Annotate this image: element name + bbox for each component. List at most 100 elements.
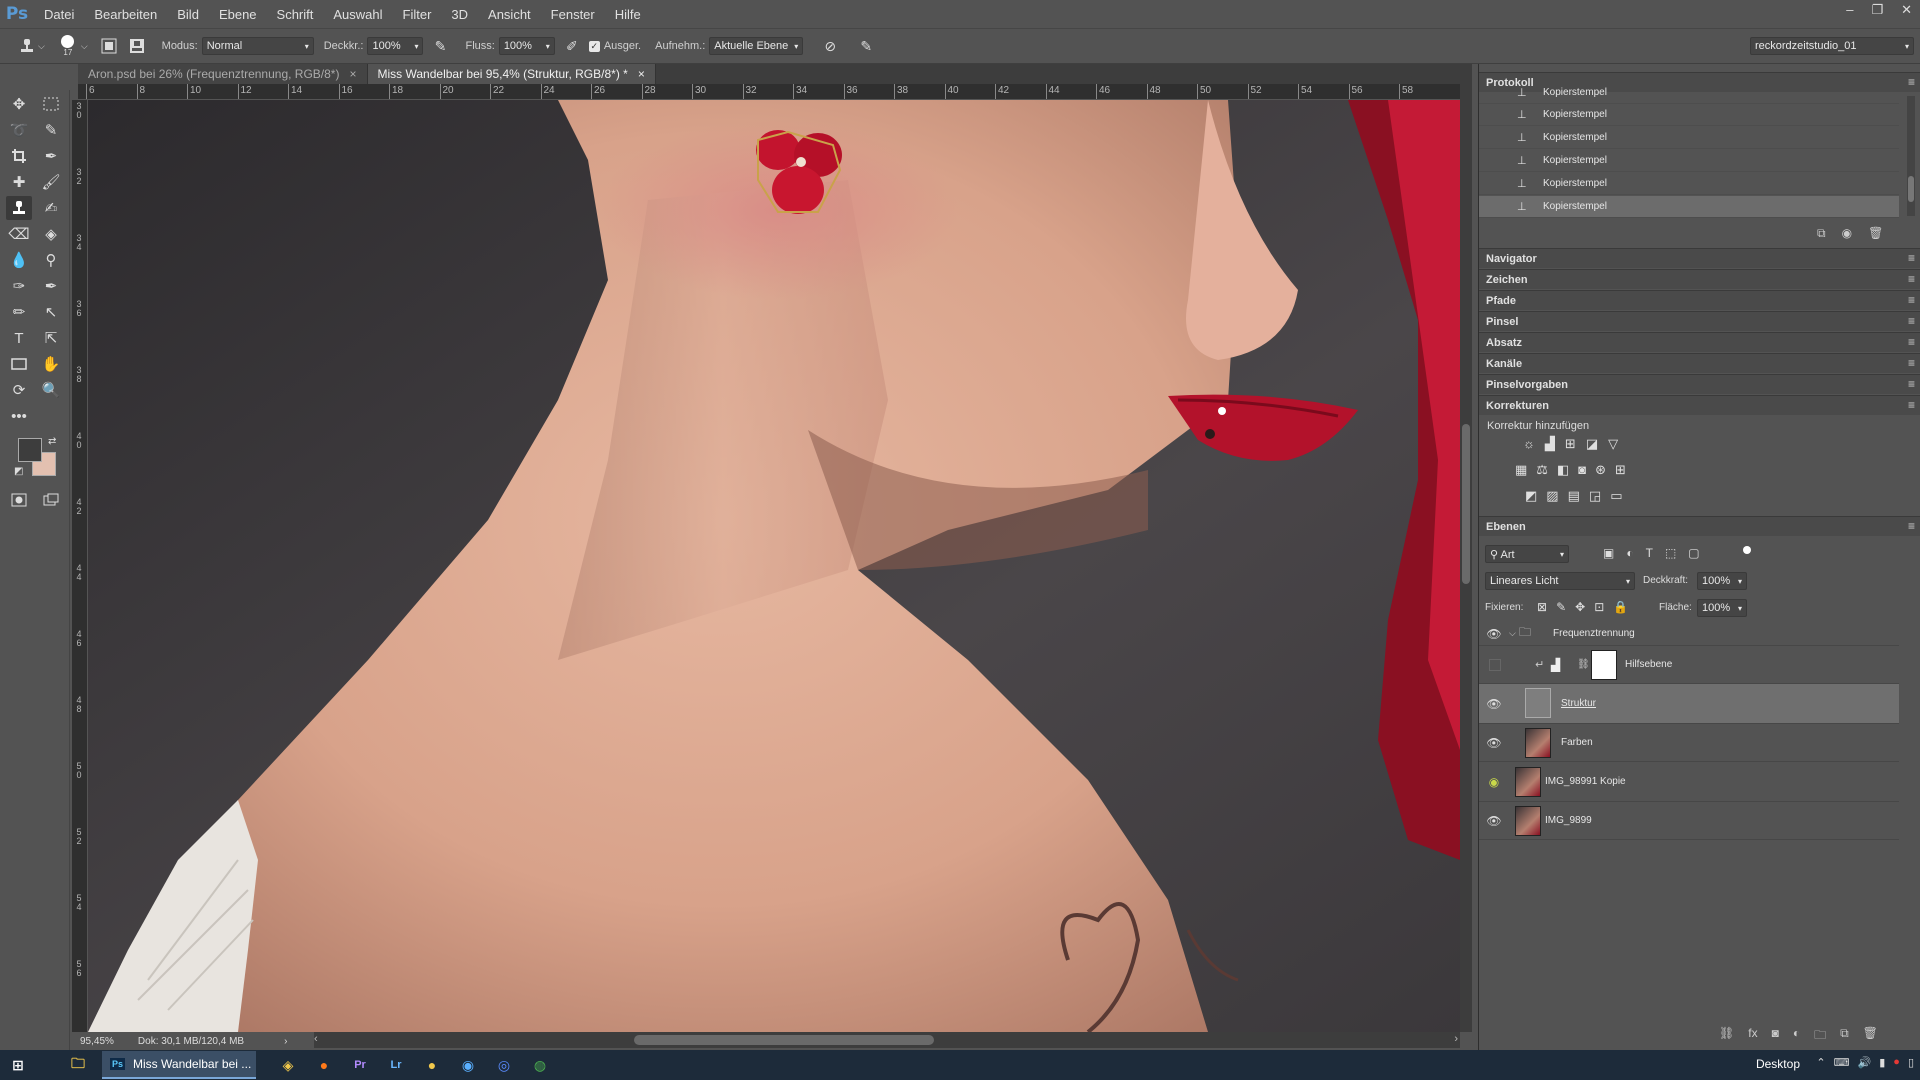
zoom-tool-icon[interactable]: 🔍 xyxy=(38,378,64,402)
eye-icon[interactable]: 👁 xyxy=(1485,736,1503,750)
zoom-level[interactable]: 95,45% xyxy=(80,1036,114,1047)
clone-stamp-preset-icon[interactable] xyxy=(16,35,38,57)
filter-smart-object-icon[interactable]: ▢ xyxy=(1688,546,1699,560)
filter-shape-icon[interactable]: ⬚ xyxy=(1665,546,1676,560)
filter-pixel-icon[interactable]: ▣ xyxy=(1603,546,1614,560)
menu-schrift[interactable]: Schrift xyxy=(267,7,324,22)
history-scrollbar[interactable] xyxy=(1907,96,1915,216)
photo-filter-icon[interactable]: ◙ xyxy=(1578,462,1586,478)
dodge-tool-icon[interactable]: ⚲ xyxy=(38,248,64,272)
eyedropper-tool-icon[interactable]: ✒ xyxy=(38,144,64,168)
horizontal-scroll-thumb[interactable] xyxy=(634,1035,934,1045)
file-explorer-icon[interactable]: 🗀 xyxy=(60,1051,96,1079)
mode-select[interactable]: Normal ▾ xyxy=(201,37,314,55)
app-icon-1[interactable]: ◈ xyxy=(270,1051,306,1079)
crop-tool-icon[interactable] xyxy=(6,144,32,168)
filter-type-icon[interactable]: T xyxy=(1646,546,1653,560)
link-icon[interactable]: ⛓ xyxy=(1577,659,1590,670)
eraser-tool-icon[interactable]: ⌫ xyxy=(6,222,32,246)
start-button-icon[interactable]: ⊞ xyxy=(0,1051,36,1079)
layer-struktur[interactable]: 👁 Struktur xyxy=(1479,684,1899,724)
app-icon-2[interactable]: ● xyxy=(414,1051,450,1079)
fill-input[interactable]: 100% ▾ xyxy=(1697,599,1747,617)
status-menu-arrow-icon[interactable]: › xyxy=(284,1036,287,1047)
firefox-icon[interactable]: ● xyxy=(306,1051,342,1079)
quick-selection-tool-icon[interactable]: ✎ xyxy=(38,118,64,142)
layer-thumbnail[interactable] xyxy=(1525,688,1551,718)
lock-all-icon[interactable]: 🔒 xyxy=(1613,600,1628,614)
document-canvas[interactable] xyxy=(88,100,1460,1032)
adjustments-panel-header[interactable]: Korrekturen ≡ xyxy=(1479,395,1920,415)
marquee-tool-icon[interactable] xyxy=(38,92,64,116)
blur-tool-icon[interactable]: 💧 xyxy=(6,248,32,272)
panel-navigator[interactable]: Navigator ≡ xyxy=(1479,248,1920,268)
scroll-left-icon[interactable]: ‹ xyxy=(314,1033,318,1045)
pressure-size-icon[interactable]: ✎ xyxy=(855,35,877,57)
pressure-opacity-icon[interactable]: ✎ xyxy=(429,35,451,57)
more-tools-icon[interactable]: ••• xyxy=(6,404,32,428)
volume-icon[interactable]: 🔊 xyxy=(1858,1056,1872,1069)
toggle-brush-panel-icon[interactable] xyxy=(98,35,120,57)
posterize-icon[interactable]: ▨ xyxy=(1546,488,1558,504)
hue-saturation-icon[interactable]: ▦ xyxy=(1515,462,1527,478)
layer-filter-select[interactable]: ⚲ Art ▾ xyxy=(1485,545,1569,563)
filter-adjustment-icon[interactable]: ◐ xyxy=(1626,546,1633,560)
flow-input[interactable]: 100% ▾ xyxy=(498,37,555,55)
panel-zeichen[interactable]: Zeichen ≡ xyxy=(1479,269,1920,289)
layers-panel-header[interactable]: Ebenen ≡ xyxy=(1479,516,1920,536)
eye-icon[interactable]: 👁 xyxy=(1485,814,1503,828)
menu-filter[interactable]: Filter xyxy=(393,7,442,22)
exposure-icon[interactable]: ◪ xyxy=(1586,436,1598,452)
gradient-map-icon[interactable]: ▭ xyxy=(1610,488,1622,504)
sample-select[interactable]: Aktuelle Ebene ▾ xyxy=(709,37,804,55)
preset-dropdown-icon[interactable]: ⌵ xyxy=(38,41,45,52)
close-tab-icon[interactable]: × xyxy=(349,67,356,81)
path-selection-tool-icon[interactable]: ↖ xyxy=(38,300,64,324)
network-icon[interactable]: ▮ xyxy=(1879,1056,1885,1069)
premiere-icon[interactable]: Pr xyxy=(342,1051,378,1079)
app-tray-icon[interactable]: ● xyxy=(1893,1056,1900,1069)
ignore-adjustment-layers-icon[interactable]: ⊘ xyxy=(819,35,841,57)
panel-pinsel[interactable]: Pinsel ≡ xyxy=(1479,311,1920,331)
vibrance-icon[interactable]: ▽ xyxy=(1608,436,1618,452)
panel-menu-icon[interactable]: ≡ xyxy=(1908,356,1915,370)
paint-bucket-tool-icon[interactable]: ◈ xyxy=(38,222,64,246)
panel-menu-icon[interactable]: ≡ xyxy=(1908,251,1915,265)
snapshot-icon[interactable]: ◉ xyxy=(1842,226,1852,241)
healing-brush-tool-icon[interactable]: ✚ xyxy=(6,170,32,194)
horizontal-scrollbar[interactable]: ‹ › xyxy=(314,1032,1460,1048)
channel-mixer-icon[interactable]: ⊛ xyxy=(1595,462,1606,478)
new-document-from-state-icon[interactable]: ⧉ xyxy=(1817,226,1826,241)
curvature-pen-tool-icon[interactable]: ✏ xyxy=(6,300,32,324)
panel-pfade[interactable]: Pfade ≡ xyxy=(1479,290,1920,310)
clone-stamp-tool-icon[interactable] xyxy=(6,196,32,220)
link-layers-icon[interactable]: ⛓ xyxy=(1719,1026,1734,1047)
menu-ebene[interactable]: Ebene xyxy=(209,7,267,22)
keyboard-icon[interactable]: ⌨ xyxy=(1834,1056,1850,1069)
panel-menu-icon[interactable]: ≡ xyxy=(1908,377,1915,391)
delete-layer-icon[interactable]: 🗑 xyxy=(1863,1026,1878,1047)
curves-icon[interactable]: ⊞ xyxy=(1565,436,1576,452)
app-icon-4[interactable]: ◎ xyxy=(486,1051,522,1079)
lock-pixels-icon[interactable]: ✎ xyxy=(1556,600,1566,614)
history-scroll-thumb[interactable] xyxy=(1908,176,1914,202)
history-item-selected[interactable]: ⊥ Kopierstempel xyxy=(1479,196,1899,218)
eye-icon[interactable]: ◉ xyxy=(1485,775,1503,789)
type-tool-icon[interactable]: T xyxy=(6,326,32,350)
layer-thumbnail[interactable] xyxy=(1515,766,1541,797)
quick-mask-icon[interactable] xyxy=(6,488,32,512)
add-mask-icon[interactable]: ◙ xyxy=(1772,1026,1779,1047)
desktop-toolbar-label[interactable]: Desktop xyxy=(1756,1057,1800,1071)
workspace-select[interactable]: reckordzeitstudio_01 ▾ xyxy=(1750,37,1914,55)
menu-bearbeiten[interactable]: Bearbeiten xyxy=(84,7,167,22)
app-icon-3[interactable]: ◉ xyxy=(450,1051,486,1079)
tab-miss-wandelbar[interactable]: Miss Wandelbar bei 95,4% (Struktur, RGB/… xyxy=(367,64,656,84)
menu-ansicht[interactable]: Ansicht xyxy=(478,7,541,22)
brush-dropdown-icon[interactable]: ⌵ xyxy=(81,41,88,52)
taskbar-photoshop-window[interactable]: Ps Miss Wandelbar bei ... xyxy=(102,1051,256,1079)
panel-menu-icon[interactable]: ≡ xyxy=(1908,314,1915,328)
brush-size-picker[interactable]: 17 xyxy=(55,35,81,57)
layer-thumbnail[interactable] xyxy=(1515,805,1541,836)
new-adjustment-icon[interactable]: ◐ xyxy=(1793,1026,1800,1047)
layer-hilfsebene[interactable]: ↵ ▟ ⛓ Hilfsebene xyxy=(1479,646,1899,684)
